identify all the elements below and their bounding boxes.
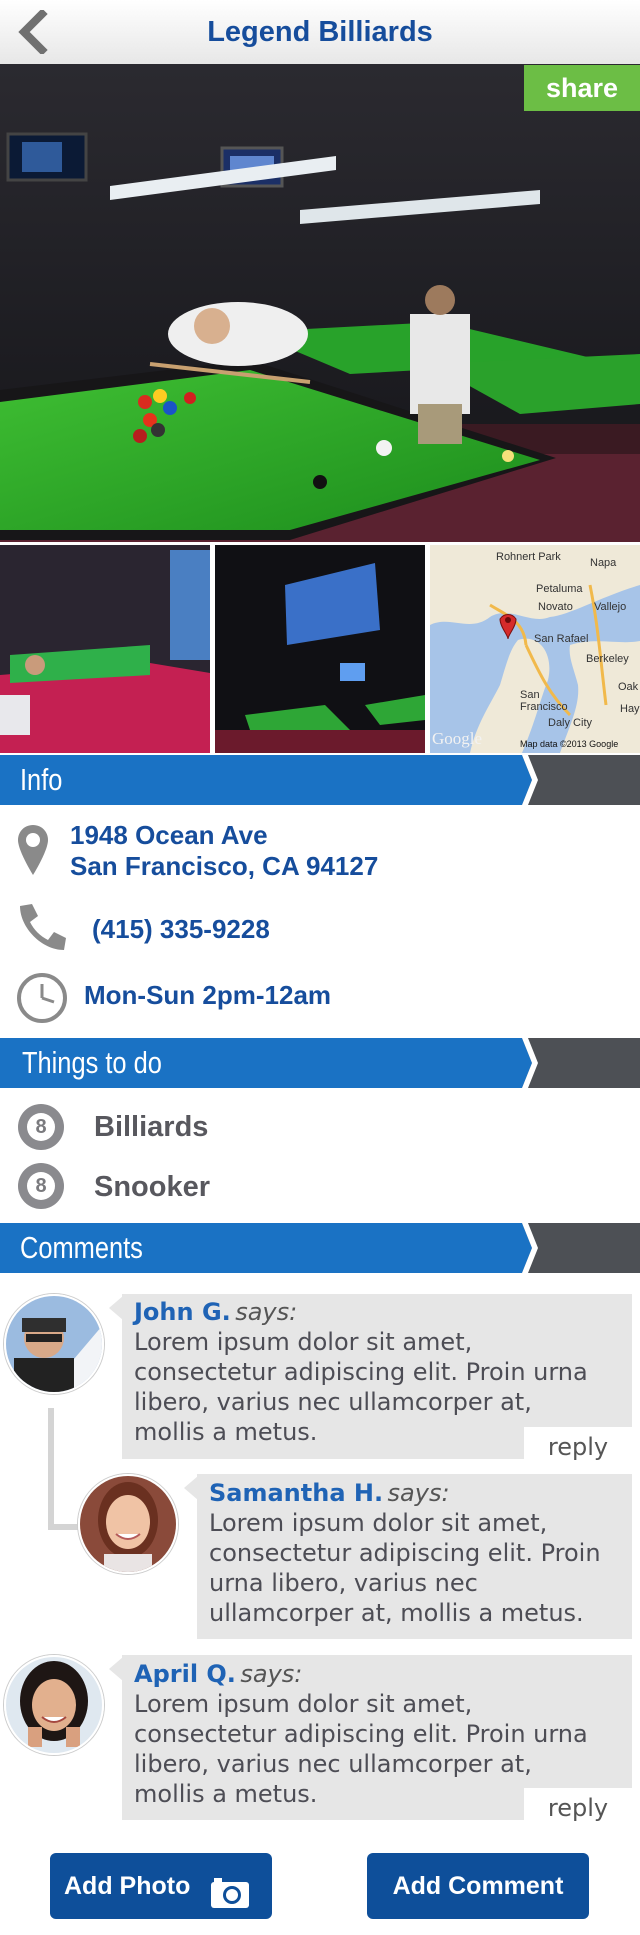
map-label: Vallejo	[594, 601, 627, 613]
comment-line: mollis a metus.	[134, 1418, 318, 1446]
activity-item: Billiards	[94, 1111, 209, 1143]
comment-header: April Q. says:	[134, 1659, 302, 1693]
says-label: says:	[387, 1479, 450, 1507]
camera-icon	[210, 1869, 250, 1908]
thread-line	[48, 1524, 78, 1530]
comment-line: consectetur adipiscing elit. Proin	[209, 1539, 601, 1567]
comment-header: Samantha H. says:	[209, 1478, 450, 1512]
location-map[interactable]: Rohnert Park Napa Petaluma Novato Vallej…	[430, 545, 640, 753]
says-label: says:	[235, 1298, 298, 1326]
map-label: Novato	[538, 601, 573, 613]
map-label: Daly City	[548, 717, 593, 729]
eight-ball-icon: 8	[17, 1103, 65, 1151]
clock-icon	[16, 972, 68, 1024]
bubble-pointer	[109, 1296, 123, 1320]
location-pin-icon	[16, 823, 50, 877]
phone-number[interactable]: (415) 335-9228	[92, 912, 270, 946]
comment-header: John G. says:	[134, 1297, 297, 1331]
things-section-bar: Things to do	[0, 1038, 640, 1088]
map-label: Oak	[618, 681, 639, 693]
avatar[interactable]	[4, 1655, 104, 1755]
bubble-pointer	[184, 1476, 198, 1500]
bubble-pointer	[109, 1657, 123, 1681]
comment-line: ullamcorper at, mollis a metus.	[209, 1599, 584, 1627]
eight-ball-icon: 8	[17, 1162, 65, 1210]
comments-section-bar: Comments	[0, 1223, 640, 1273]
map-label: Berkeley	[586, 653, 629, 665]
address-line-1[interactable]: 1948 Ocean Ave	[70, 820, 268, 850]
comment-line: Lorem ipsum dolor sit amet,	[134, 1328, 473, 1356]
comment-line: mollis a metus.	[134, 1780, 318, 1808]
address-line-2[interactable]: San Francisco, CA 94127	[70, 851, 378, 881]
phone-icon	[16, 902, 68, 952]
activity-item: Snooker	[94, 1171, 211, 1203]
page-title: Legend Billiards	[207, 16, 433, 48]
map-label: Rohnert Park	[496, 551, 561, 563]
photo-thumbnail[interactable]	[215, 545, 425, 753]
add-comment-button[interactable]: Add Comment	[367, 1853, 589, 1919]
section-title: Things to do	[22, 1045, 162, 1080]
reply-button[interactable]: reply	[524, 1788, 632, 1828]
map-label: San Francisco	[520, 689, 568, 713]
opening-hours: Mon-Sun 2pm-12am	[84, 980, 332, 1010]
hero-photo[interactable]	[0, 64, 640, 542]
comment-line: consectetur adipiscing elit. Proin urna	[134, 1358, 588, 1386]
comment-author[interactable]: Samantha H.	[209, 1479, 383, 1507]
photo-thumbnail[interactable]	[0, 545, 210, 753]
avatar[interactable]	[4, 1294, 104, 1394]
section-title: Comments	[20, 1230, 143, 1265]
section-title: Info	[20, 762, 63, 797]
map-label: San Rafael	[534, 633, 589, 645]
comment-author[interactable]: April Q.	[134, 1660, 236, 1688]
says-label: says:	[240, 1660, 303, 1688]
map-attribution: Map data ©2013 Google	[520, 739, 619, 749]
add-photo-button[interactable]: Add Photo	[50, 1853, 272, 1919]
comment-line: Lorem ipsum dolor sit amet,	[134, 1690, 473, 1718]
add-photo-label: Add Photo	[64, 1872, 191, 1900]
comment-line: Lorem ipsum dolor sit amet,	[209, 1509, 548, 1537]
comment-line: urna libero, varius nec	[209, 1569, 478, 1597]
map-logo: Google	[432, 729, 483, 748]
comment-line: libero, varius nec ullamcorper at,	[134, 1388, 532, 1416]
avatar[interactable]	[78, 1474, 178, 1574]
comment-line: libero, varius nec ullamcorper at,	[134, 1750, 532, 1778]
reply-button[interactable]: reply	[524, 1427, 632, 1467]
info-section-bar: Info	[0, 755, 640, 805]
comment-line: consectetur adipiscing elit. Proin urna	[134, 1720, 588, 1748]
map-label: Hay	[620, 703, 640, 715]
map-label: Napa	[590, 557, 617, 569]
thread-line	[48, 1408, 54, 1530]
comment-author[interactable]: John G.	[134, 1298, 231, 1326]
map-label: Petaluma	[536, 583, 583, 595]
share-button[interactable]: share	[524, 65, 640, 111]
